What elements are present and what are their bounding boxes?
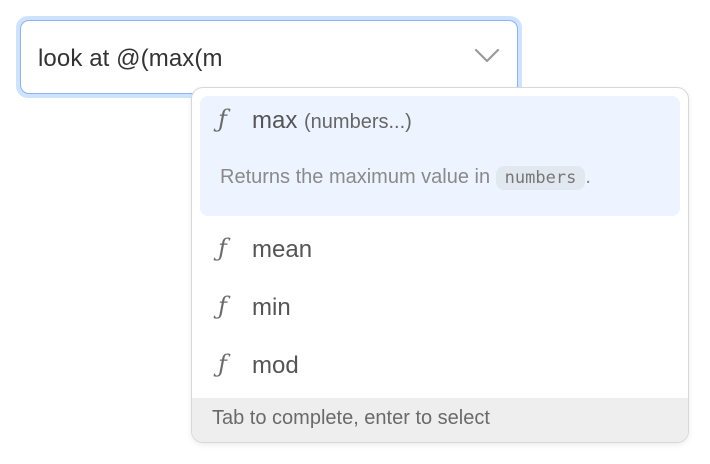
function-name: min — [252, 294, 291, 321]
parameter-code: numbers — [495, 166, 586, 190]
footer-hint: Tab to complete, enter to select — [212, 407, 490, 429]
autocomplete-item-label: max (numbers...) — [252, 107, 412, 135]
function-icon: ƒ — [218, 234, 227, 262]
autocomplete-item-max[interactable]: ƒ max (numbers...) Returns the maximum v… — [200, 96, 680, 216]
expression-input[interactable]: look at @(max(m — [20, 20, 518, 94]
function-name: mean — [252, 236, 313, 263]
autocomplete-item-mean[interactable]: ƒ mean — [200, 225, 680, 275]
function-icon: ƒ — [218, 350, 227, 378]
function-description: Returns the maximum value in numbers. — [220, 166, 591, 190]
expression-input-focus-ring: look at @(max(m — [16, 16, 522, 98]
autocomplete-dropdown: ƒ max (numbers...) Returns the maximum v… — [191, 87, 689, 443]
function-icon: ƒ — [218, 105, 227, 133]
function-signature: (numbers...) — [304, 111, 412, 133]
function-name: max — [252, 107, 298, 134]
function-icon: ƒ — [218, 292, 227, 320]
autocomplete-footer: Tab to complete, enter to select — [192, 398, 688, 442]
chevron-down-icon[interactable] — [473, 45, 501, 67]
expression-input-value[interactable]: look at @(max(m — [38, 45, 223, 73]
function-name: mod — [252, 352, 299, 379]
autocomplete-item-min[interactable]: ƒ min — [200, 283, 680, 333]
autocomplete-item-mod[interactable]: ƒ mod — [200, 341, 680, 391]
